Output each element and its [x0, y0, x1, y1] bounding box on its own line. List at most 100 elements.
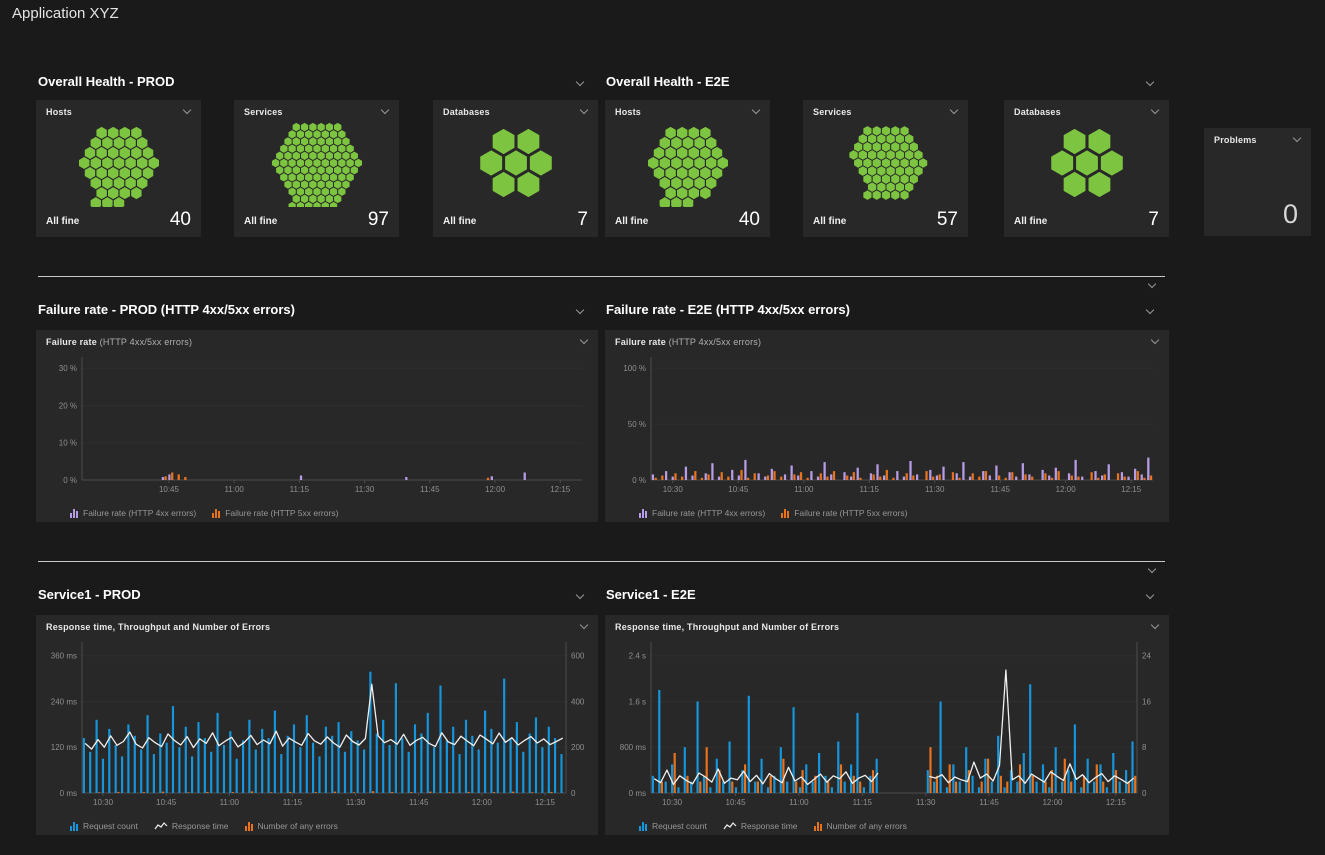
- chevron-down-icon[interactable]: [580, 622, 589, 630]
- chevron-down-icon[interactable]: [183, 107, 192, 115]
- dashboard: Application XYZ Overall Health - PROD Ov…: [0, 0, 1325, 855]
- svg-text:600: 600: [571, 652, 585, 661]
- svg-text:10:45: 10:45: [156, 798, 177, 807]
- chevron-down-icon[interactable]: [576, 592, 585, 600]
- health-tile-services-e2e[interactable]: Services All fine 57: [803, 100, 968, 237]
- chevron-down-icon[interactable]: [1151, 337, 1160, 345]
- tile-title: Problems: [1214, 135, 1257, 145]
- bar-chart-icon: [70, 508, 79, 518]
- chart-subtitle: (HTTP 4xx/5xx errors): [669, 337, 762, 347]
- hex-cluster: [234, 117, 399, 209]
- page-title: Application XYZ: [12, 5, 119, 22]
- hexagon-grid: [53, 119, 185, 207]
- chart-canvas: 0 ms800 ms1.6 s2.4 s08162410:3010:4511:0…: [605, 634, 1169, 811]
- health-tile-databases-prod[interactable]: Databases All fine 7: [433, 100, 598, 237]
- svg-text:1.6 s: 1.6 s: [629, 697, 646, 706]
- bar-chart-icon: [639, 508, 648, 518]
- entity-count: 40: [739, 209, 760, 231]
- legend-label: Response time: [741, 821, 798, 831]
- line-chart-icon: [154, 821, 168, 831]
- legend-item[interactable]: Response time: [723, 821, 798, 831]
- svg-text:11:45: 11:45: [990, 485, 1010, 494]
- bar-chart-icon: [70, 821, 79, 831]
- svg-text:0 ms: 0 ms: [629, 789, 646, 798]
- svg-text:12:00: 12:00: [472, 798, 493, 807]
- svg-text:11:15: 11:15: [853, 798, 873, 807]
- bar-chart-icon: [212, 508, 221, 518]
- chevron-down-icon[interactable]: [752, 107, 761, 115]
- legend-item[interactable]: Failure rate (HTTP 4xx errors): [70, 508, 196, 518]
- svg-text:0: 0: [571, 789, 576, 798]
- status-text: All fine: [813, 216, 846, 231]
- bar-chart-icon: [781, 508, 790, 518]
- health-tile-databases-e2e[interactable]: Databases All fine 7: [1004, 100, 1169, 237]
- legend-item[interactable]: Request count: [70, 821, 138, 831]
- hex-cluster: [803, 117, 968, 209]
- legend-label: Failure rate (HTTP 4xx errors): [652, 508, 765, 518]
- chevron-down-icon[interactable]: [576, 307, 585, 315]
- chart-area-failure-prod: 0 %10 %20 %30 %10:4511:0011:1511:3011:45…: [36, 349, 598, 503]
- svg-text:2.4 s: 2.4 s: [629, 652, 646, 661]
- chevron-down-icon[interactable]: [1151, 622, 1160, 630]
- chevron-down-icon[interactable]: [1151, 107, 1160, 115]
- legend-item[interactable]: Number of any errors: [245, 821, 338, 831]
- chart-canvas: 0 ms120 ms240 ms360 ms020040060010:3010:…: [36, 634, 598, 811]
- legend-item[interactable]: Failure rate (HTTP 4xx errors): [639, 508, 765, 518]
- section-title-service-prod: Service1 - PROD: [38, 587, 141, 602]
- chevron-down-icon[interactable]: [1146, 592, 1155, 600]
- chevron-down-icon[interactable]: [1146, 307, 1155, 315]
- section-title-health-e2e: Overall Health - E2E: [606, 74, 730, 89]
- health-tile-services-prod[interactable]: Services All fine 97: [234, 100, 399, 237]
- chart-tile-service-prod[interactable]: Response time, Throughput and Number of …: [36, 615, 598, 835]
- svg-text:10:45: 10:45: [159, 485, 180, 494]
- bar-chart-icon: [814, 821, 823, 831]
- chevron-down-icon[interactable]: [576, 79, 585, 87]
- svg-text:50 %: 50 %: [628, 420, 646, 429]
- tile-title: Hosts: [46, 107, 72, 117]
- section-title-service-e2e: Service1 - E2E: [606, 587, 696, 602]
- svg-text:11:15: 11:15: [290, 485, 310, 494]
- hex-cluster: [605, 117, 770, 209]
- legend-label: Failure rate (HTTP 4xx errors): [83, 508, 196, 518]
- status-text: All fine: [244, 216, 277, 231]
- legend-item[interactable]: Failure rate (HTTP 5xx errors): [212, 508, 338, 518]
- chart-legend: Failure rate (HTTP 4xx errors) Failure ra…: [36, 503, 598, 522]
- svg-text:0 ms: 0 ms: [60, 789, 77, 798]
- svg-text:10:30: 10:30: [663, 485, 684, 494]
- svg-text:12:15: 12:15: [1121, 485, 1142, 494]
- chevron-down-icon[interactable]: [1146, 79, 1155, 87]
- chart-area-service-e2e: 0 ms800 ms1.6 s2.4 s08162410:3010:4511:0…: [605, 634, 1169, 816]
- section-collapse-icon[interactable]: [1148, 566, 1157, 574]
- health-tile-hosts-e2e[interactable]: Hosts All fine 40: [605, 100, 770, 237]
- svg-text:11:45: 11:45: [979, 798, 999, 807]
- chevron-down-icon[interactable]: [1293, 135, 1302, 143]
- svg-text:8: 8: [1142, 743, 1147, 752]
- svg-text:11:00: 11:00: [794, 485, 814, 494]
- chart-tile-service-e2e[interactable]: Response time, Throughput and Number of …: [605, 615, 1169, 835]
- problems-tile[interactable]: Problems 0: [1204, 128, 1311, 236]
- problems-count: 0: [1283, 199, 1298, 230]
- health-tile-hosts-prod[interactable]: Hosts All fine 40: [36, 100, 201, 237]
- chart-title: Response time, Throughput and Number of …: [615, 622, 839, 632]
- legend-item[interactable]: Failure rate (HTTP 5xx errors): [781, 508, 907, 518]
- svg-text:100 %: 100 %: [623, 364, 646, 373]
- tile-title: Databases: [1014, 107, 1061, 117]
- section-collapse-icon[interactable]: [1148, 281, 1157, 289]
- chart-tile-failure-prod[interactable]: Failure rate (HTTP 4xx/5xx errors) 0 %10…: [36, 330, 598, 522]
- svg-text:10:30: 10:30: [662, 798, 683, 807]
- chevron-down-icon[interactable]: [950, 107, 959, 115]
- chevron-down-icon[interactable]: [580, 107, 589, 115]
- legend-label: Response time: [172, 821, 229, 831]
- chevron-down-icon[interactable]: [580, 337, 589, 345]
- chart-tile-failure-e2e[interactable]: Failure rate (HTTP 4xx/5xx errors) 0 %50…: [605, 330, 1169, 522]
- chevron-down-icon[interactable]: [381, 107, 390, 115]
- svg-text:24: 24: [1142, 652, 1151, 661]
- legend-item[interactable]: Request count: [639, 821, 707, 831]
- entity-count: 7: [1148, 209, 1159, 231]
- legend-item[interactable]: Response time: [154, 821, 229, 831]
- legend-item[interactable]: Number of any errors: [814, 821, 907, 831]
- hexagon-grid: [820, 119, 952, 207]
- tile-title: Databases: [443, 107, 490, 117]
- svg-text:11:00: 11:00: [220, 798, 240, 807]
- legend-label: Request count: [83, 821, 138, 831]
